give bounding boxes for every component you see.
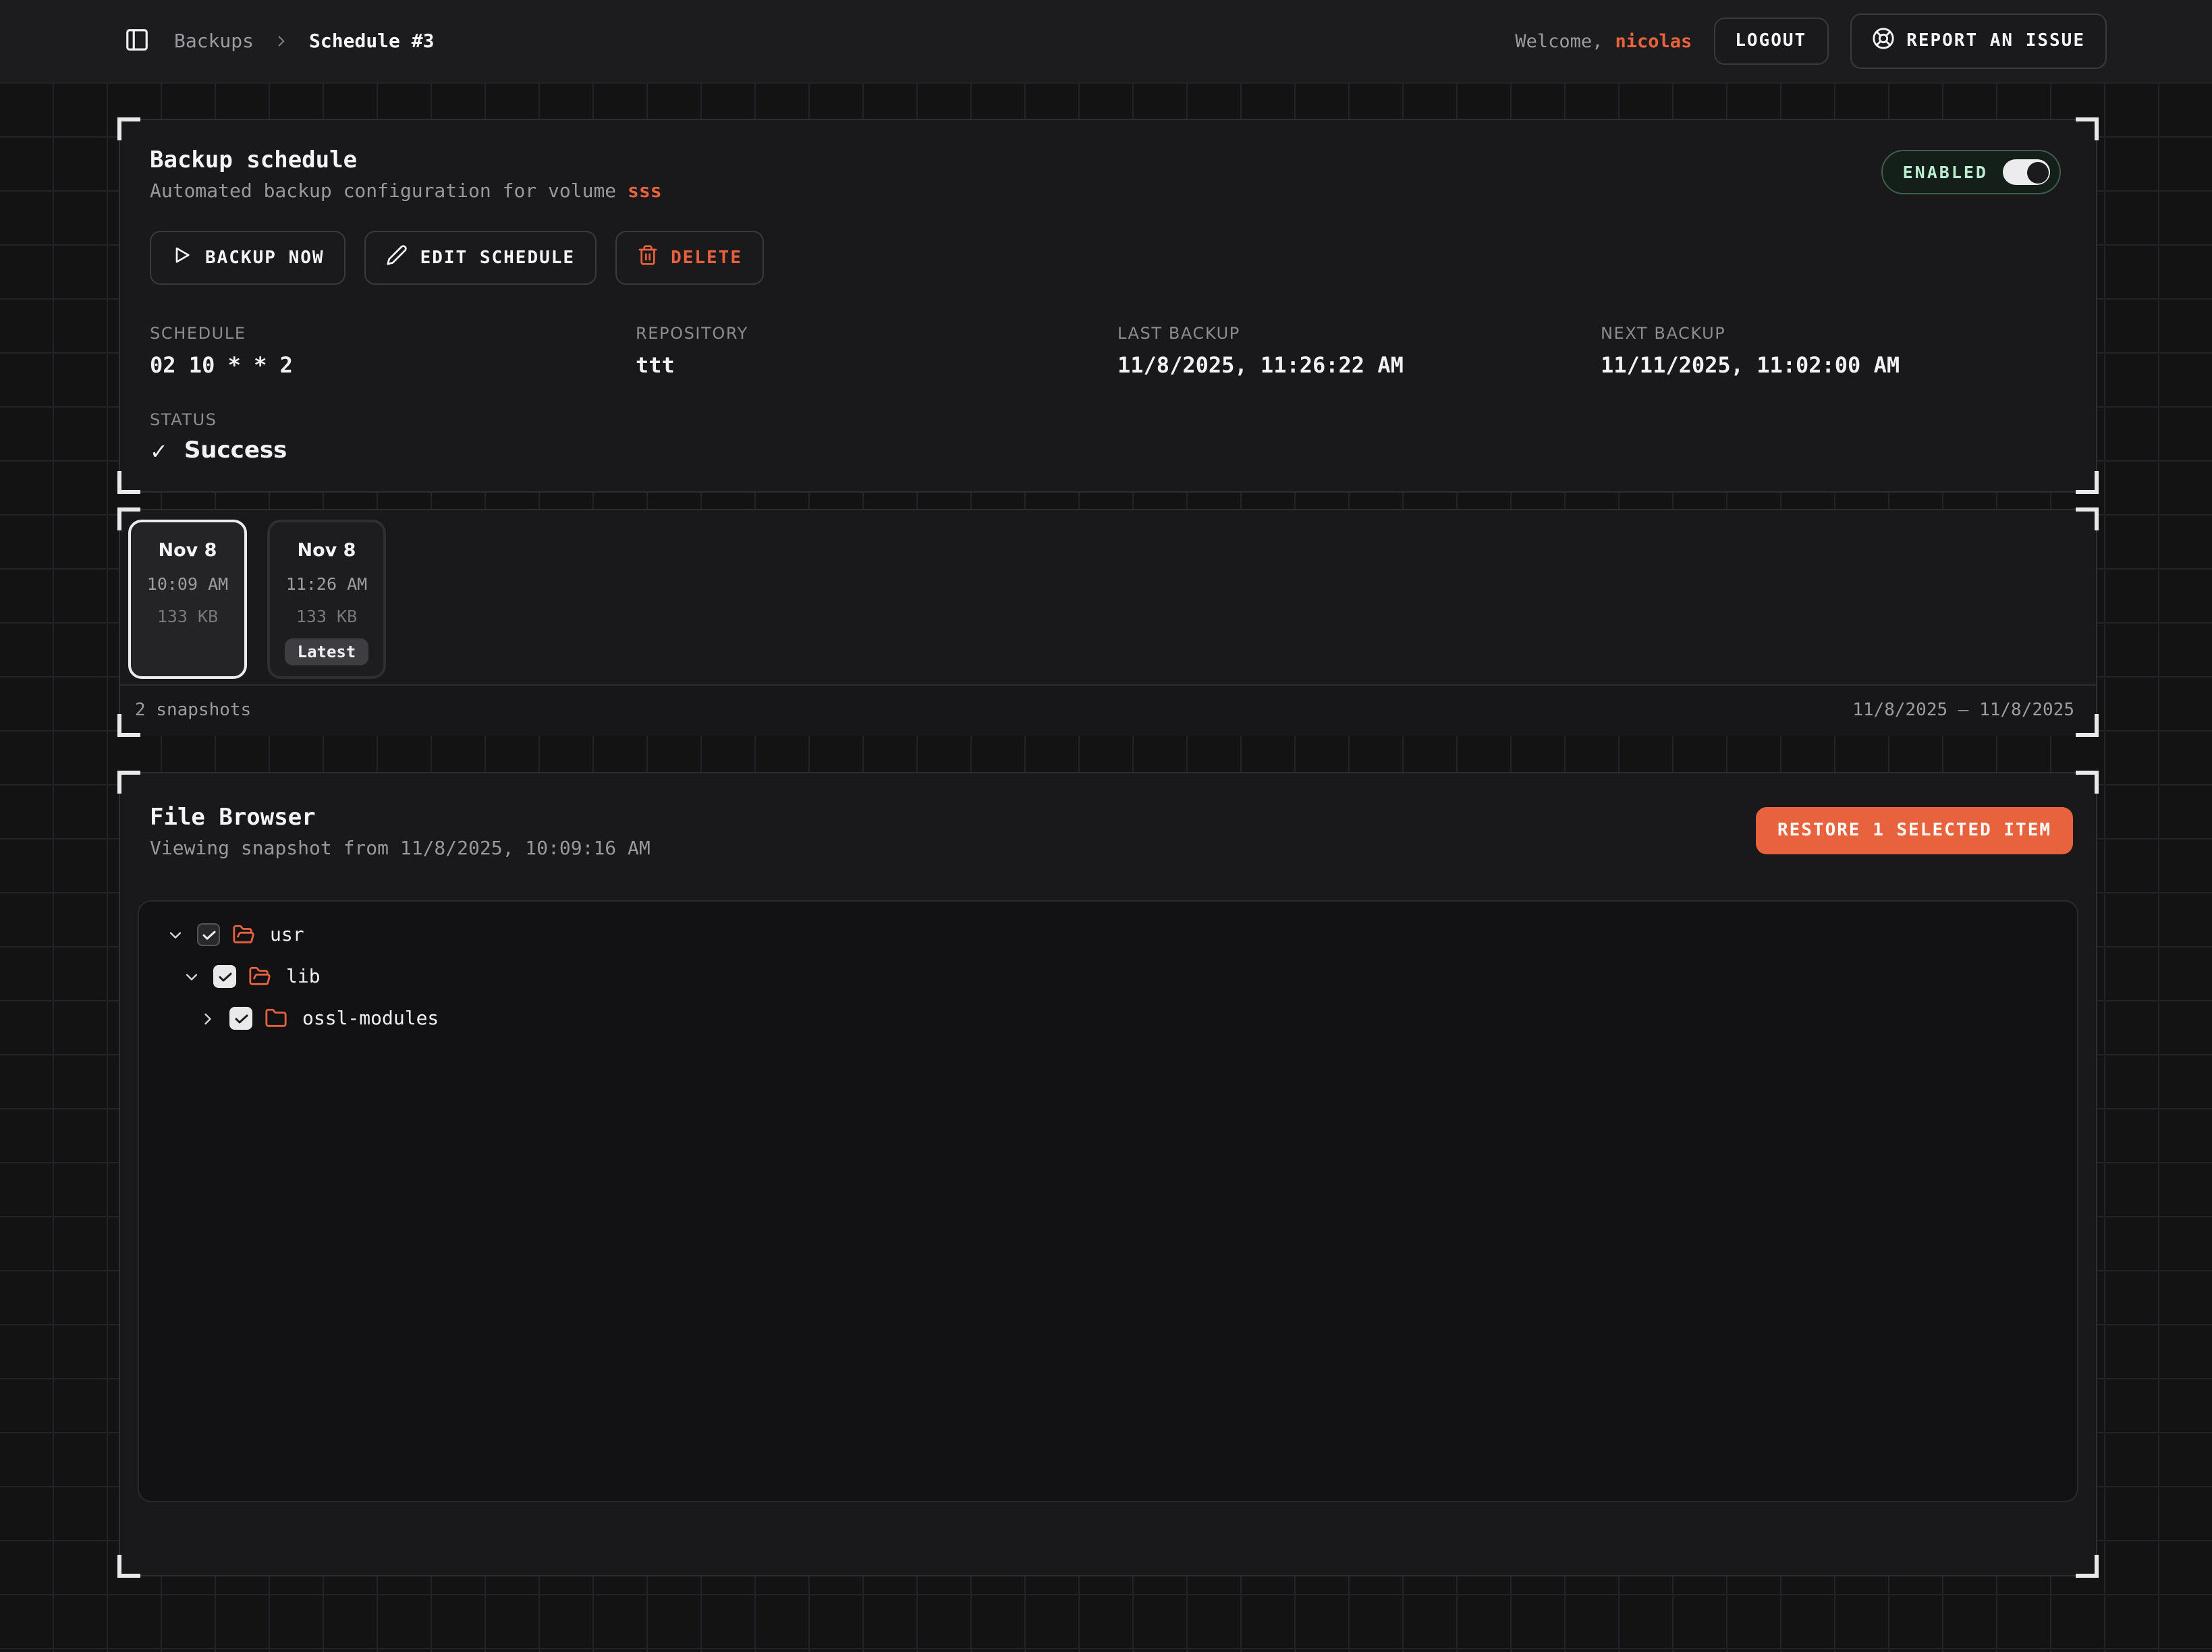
tree-item-name: lib [286,966,321,987]
username: nicolas [1615,30,1692,52]
edit-schedule-button[interactable]: EDIT SCHEDULE [365,231,597,285]
field-value: 02 10 * * 2 [150,352,636,378]
file-browser-subtitle: Viewing snapshot from 11/8/2025, 10:09:1… [150,838,651,860]
enabled-toggle[interactable]: ENABLED [1881,150,2061,194]
status-label: STATUS [150,410,2061,429]
welcome-prefix: Welcome, [1515,30,1603,52]
snapshot-time: 11:26 AM [286,574,367,594]
snapshots-section: Nov 8 10:09 AM 133 KB Nov 8 11:26 AM 133… [119,509,2097,736]
field-value: ttt [636,352,1117,378]
status-value: ✓ Success [150,437,2061,464]
play-icon [171,244,193,271]
snapshot-date-range: 11/8/2025 – 11/8/2025 [1852,700,2074,721]
snapshot-time: 10:09 AM [147,574,228,594]
panel-left-icon [124,26,150,56]
status-text: Success [184,437,287,464]
snapshot-tile[interactable]: Nov 8 11:26 AM 133 KB Latest [267,520,386,679]
field-last-backup: LAST BACKUP 11/8/2025, 11:26:22 AM [1117,324,1601,378]
field-repository: REPOSITORY ttt [636,324,1117,378]
enabled-label: ENABLED [1903,162,1988,182]
status-block: STATUS ✓ Success [150,410,2061,464]
delete-button[interactable]: DELETE [615,231,764,285]
logout-button[interactable]: LOGOUT [1713,18,1828,65]
top-bar: Backups Schedule #3 Welcome, nicolas LOGO… [0,0,2212,84]
volume-name: sss [628,181,662,202]
check-icon: ✓ [150,438,168,464]
breadcrumb-current-page: Schedule #3 [309,30,434,52]
tree-item-name: ossl-modules [302,1008,439,1029]
backup-now-label: BACKUP NOW [205,248,325,268]
schedule-card-title: Backup schedule [150,147,662,174]
snapshot-count: 2 snapshots [135,700,251,721]
schedule-fields: SCHEDULE 02 10 * * 2 REPOSITORY ttt LAST… [150,324,2061,378]
edit-schedule-label: EDIT SCHEDULE [420,248,576,268]
field-label: LAST BACKUP [1117,324,1601,343]
backup-schedule-card: Backup schedule Automated backup configu… [119,119,2097,493]
file-tree-panel: usr lib [138,900,2078,1502]
latest-badge: Latest [285,638,368,665]
sidebar-toggle-button[interactable] [124,26,150,56]
snapshot-list: Nov 8 10:09 AM 133 KB Nov 8 11:26 AM 133… [120,510,2096,684]
app-window: Backups Schedule #3 Welcome, nicolas LOGO… [0,0,2212,1652]
snapshot-size: 133 KB [296,606,357,626]
field-label: SCHEDULE [150,324,636,343]
file-browser-card: File Browser Viewing snapshot from 11/8/… [119,772,2097,1576]
tree-row-lib[interactable]: lib [139,956,2077,997]
chevron-down-icon[interactable] [166,925,185,944]
toggle-switch[interactable] [2003,159,2050,185]
tree-row-ossl-modules[interactable]: ossl-modules [139,997,2077,1039]
trash-icon [637,244,659,271]
tree-item-name: usr [270,924,304,945]
toggle-knob [2026,161,2048,183]
folder-icon [265,1007,287,1030]
snapshot-size: 133 KB [157,606,218,626]
breadcrumb: Backups Schedule #3 [174,30,434,52]
field-value: 11/11/2025, 11:02:00 AM [1601,352,2061,378]
field-label: NEXT BACKUP [1601,324,2061,343]
field-label: REPOSITORY [636,324,1117,343]
snapshot-date: Nov 8 [159,540,217,561]
field-schedule: SCHEDULE 02 10 * * 2 [150,324,636,378]
checkbox-usr[interactable] [197,923,220,946]
field-next-backup: NEXT BACKUP 11/11/2025, 11:02:00 AM [1601,324,2061,378]
folder-open-icon [232,923,255,946]
report-issue-label: REPORT AN ISSUE [1906,31,2085,51]
page-background-grid: Backup schedule Automated backup configu… [0,84,2212,1652]
welcome-text: Welcome, nicolas [1515,30,1692,52]
file-browser-title: File Browser [150,804,651,831]
checkbox-lib[interactable] [213,965,236,988]
snapshots-footer: 2 snapshots 11/8/2025 – 11/8/2025 [120,684,2096,736]
pencil-icon [387,244,408,271]
chevron-right-icon[interactable] [198,1009,217,1028]
chevron-right-icon [273,32,290,50]
snapshot-tile-selected[interactable]: Nov 8 10:09 AM 133 KB [128,520,247,679]
breadcrumb-backups[interactable]: Backups [174,30,254,52]
folder-open-icon [248,965,271,988]
snapshot-date: Nov 8 [298,540,356,561]
tree-row-usr[interactable]: usr [139,914,2077,956]
restore-button[interactable]: RESTORE 1 SELECTED ITEM [1756,807,2073,854]
lifebuoy-icon [1871,27,1894,55]
report-issue-button[interactable]: REPORT AN ISSUE [1850,13,2107,69]
subtitle-prefix: Automated backup configuration for volum… [150,181,616,202]
chevron-down-icon[interactable] [182,967,201,986]
field-value: 11/8/2025, 11:26:22 AM [1117,352,1601,378]
delete-label: DELETE [671,248,742,268]
schedule-card-subtitle: Automated backup configuration for volum… [150,181,662,202]
backup-now-button[interactable]: BACKUP NOW [150,231,346,285]
checkbox-ossl-modules[interactable] [229,1007,252,1030]
